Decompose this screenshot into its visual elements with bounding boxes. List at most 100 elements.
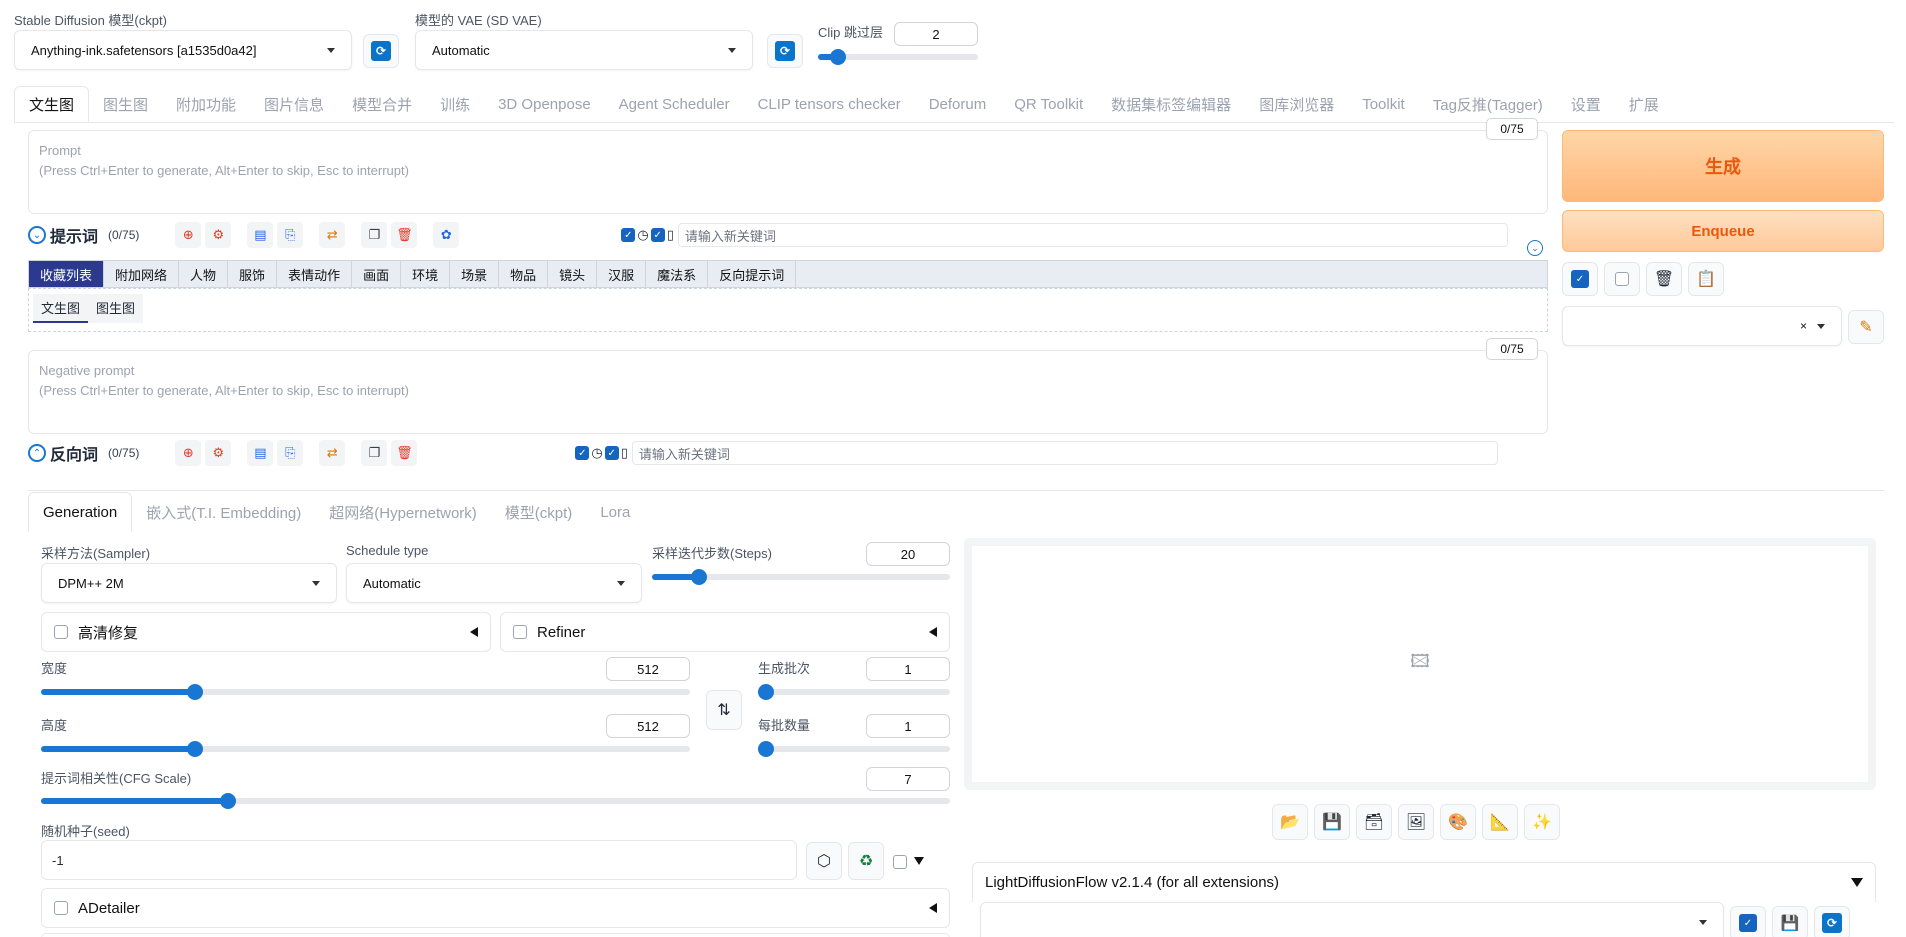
category-tab-9[interactable]: 镜头: [548, 261, 598, 287]
tab-main-7[interactable]: Agent Scheduler: [605, 86, 744, 122]
steps-slider[interactable]: [652, 569, 950, 585]
expand-icon[interactable]: ⌄: [1527, 240, 1543, 256]
copy-icon[interactable]: ❐: [361, 440, 388, 466]
tab-main-8[interactable]: CLIP tensors checker: [744, 86, 915, 122]
clock-icon[interactable]: ◷: [637, 227, 648, 243]
category-tab-5[interactable]: 画面: [352, 261, 402, 287]
list-icon[interactable]: ▤: [247, 440, 274, 466]
batch-size-input[interactable]: 1: [866, 714, 950, 738]
category-tab-1[interactable]: 附加网络: [104, 261, 180, 287]
tab-generation-2[interactable]: 超网络(Hypernetwork): [315, 492, 491, 532]
width-slider[interactable]: [41, 684, 690, 700]
clip-skip-slider[interactable]: [818, 49, 978, 65]
batch-count-slider[interactable]: [758, 684, 950, 700]
sampler-dropdown[interactable]: DPM++ 2M: [41, 563, 337, 603]
tab-main-3[interactable]: 图片信息: [250, 86, 338, 122]
tab-main-15[interactable]: 设置: [1557, 86, 1615, 122]
swap-lang-icon[interactable]: ⇄: [319, 222, 346, 248]
translate-icon[interactable]: ⊕: [175, 222, 202, 248]
steps-input[interactable]: 20: [866, 542, 950, 566]
adetailer-accordion[interactable]: ADetailer: [41, 888, 950, 928]
clear-style-button[interactable]: [1604, 262, 1640, 296]
collapse-icon[interactable]: ⌃: [28, 444, 46, 462]
prompt-textarea[interactable]: Prompt (Press Ctrl+Enter to generate, Al…: [28, 130, 1548, 214]
vae-dropdown[interactable]: Automatic: [415, 30, 753, 70]
clear-icon[interactable]: ×: [1800, 319, 1807, 333]
enqueue-button[interactable]: Enqueue: [1562, 210, 1884, 252]
random-seed-button[interactable]: ⬡: [806, 842, 842, 880]
trash-icon[interactable]: 🗑: [391, 222, 418, 248]
tab-main-14[interactable]: Tag反推(Tagger): [1419, 86, 1557, 122]
apply-style-button[interactable]: ✓: [1562, 262, 1598, 296]
hires-fix-accordion[interactable]: 高清修复: [41, 612, 491, 652]
ldf-file-dropdown[interactable]: [980, 902, 1724, 937]
ckpt-dropdown[interactable]: Anything-ink.safetensors [a1535d0a42]: [14, 30, 352, 70]
adetailer-checkbox[interactable]: [54, 901, 68, 915]
send-to-extras-button[interactable]: 📐: [1482, 804, 1518, 840]
tab-generation-3[interactable]: 模型(ckpt): [491, 492, 587, 532]
swap-dimensions-button[interactable]: ⇅: [706, 690, 742, 730]
category-tab-7[interactable]: 场景: [450, 261, 500, 287]
extra-seed-triangle-icon[interactable]: [914, 857, 924, 865]
clipboard-button[interactable]: 📋: [1688, 262, 1724, 296]
category-tab-11[interactable]: 魔法系: [646, 261, 709, 287]
delete-style-button[interactable]: 🗑: [1646, 262, 1682, 296]
tab-main-11[interactable]: 数据集标签编辑器: [1097, 86, 1245, 122]
refiner-accordion[interactable]: Refiner: [500, 612, 950, 652]
zip-button[interactable]: 🗃: [1356, 804, 1392, 840]
panel-icon[interactable]: ▯: [621, 445, 628, 461]
category-tab-10[interactable]: 汉服: [597, 261, 647, 287]
generate-button[interactable]: 生成: [1562, 130, 1884, 202]
cfg-slider[interactable]: [41, 793, 950, 809]
edit-style-button[interactable]: ✎: [1848, 310, 1884, 344]
tab-generation-0[interactable]: Generation: [28, 492, 133, 532]
swap-lang-icon[interactable]: ⇄: [319, 440, 346, 466]
tab-main-13[interactable]: Toolkit: [1348, 86, 1419, 122]
category-tab-8[interactable]: 物品: [499, 261, 549, 287]
checkbox-checked[interactable]: ✓: [575, 446, 590, 460]
subtab-0[interactable]: 文生图: [33, 294, 89, 323]
save-button[interactable]: 💾: [1314, 804, 1350, 840]
cfg-input[interactable]: 7: [866, 767, 950, 791]
reuse-seed-button[interactable]: ♻: [848, 842, 884, 880]
extra-seed-checkbox[interactable]: [893, 855, 907, 869]
tab-main-1[interactable]: 图生图: [89, 86, 162, 122]
ldf-save-button[interactable]: 💾: [1772, 906, 1808, 937]
height-input[interactable]: 512: [606, 714, 690, 738]
checkbox-checked[interactable]: ✓: [650, 228, 665, 242]
category-tab-4[interactable]: 表情动作: [277, 261, 353, 287]
batch-size-slider[interactable]: [758, 741, 950, 757]
vae-refresh-button[interactable]: ⟳: [767, 34, 803, 68]
send-to-inpaint-button[interactable]: 🎨: [1440, 804, 1476, 840]
copy-icon[interactable]: ❐: [361, 222, 388, 248]
tab-main-0[interactable]: 文生图: [14, 86, 90, 122]
gear-icon[interactable]: ⚙: [205, 440, 232, 466]
tab-generation-1[interactable]: 嵌入式(T.I. Embedding): [132, 492, 315, 532]
panel-icon[interactable]: ▯: [667, 227, 674, 243]
bookmark-icon[interactable]: ⎘: [277, 222, 304, 248]
send-to-img2img-button[interactable]: 🖼: [1398, 804, 1434, 840]
bookmark-icon[interactable]: ⎘: [277, 440, 304, 466]
seed-input[interactable]: -1: [41, 840, 797, 880]
tab-main-12[interactable]: 图库浏览器: [1245, 86, 1348, 122]
tab-main-10[interactable]: QR Toolkit: [1000, 86, 1097, 122]
prompt-keyword-input[interactable]: 请输入新关键词: [677, 223, 1508, 247]
refiner-checkbox[interactable]: [513, 625, 527, 639]
checkbox-checked[interactable]: ✓: [604, 446, 619, 460]
category-tab-0[interactable]: 收藏列表: [29, 261, 105, 287]
open-folder-button[interactable]: 📂: [1272, 804, 1308, 840]
hires-checkbox[interactable]: [54, 625, 68, 639]
gear-icon[interactable]: ⚙: [205, 222, 232, 248]
width-input[interactable]: 512: [606, 657, 690, 681]
styles-dropdown[interactable]: ×: [1562, 306, 1842, 346]
tab-main-2[interactable]: 附加功能: [162, 86, 250, 122]
category-tab-2[interactable]: 人物: [179, 261, 229, 287]
schedule-dropdown[interactable]: Automatic: [346, 563, 642, 603]
tab-generation-4[interactable]: Lora: [586, 492, 644, 532]
tab-main-5[interactable]: 训练: [426, 86, 484, 122]
subtab-1[interactable]: 图生图: [88, 294, 144, 323]
height-slider[interactable]: [41, 741, 690, 757]
negative-keyword-input[interactable]: 请输入新关键词: [631, 441, 1498, 465]
ai-icon[interactable]: ✿: [433, 222, 460, 248]
trash-icon[interactable]: 🗑: [391, 440, 418, 466]
